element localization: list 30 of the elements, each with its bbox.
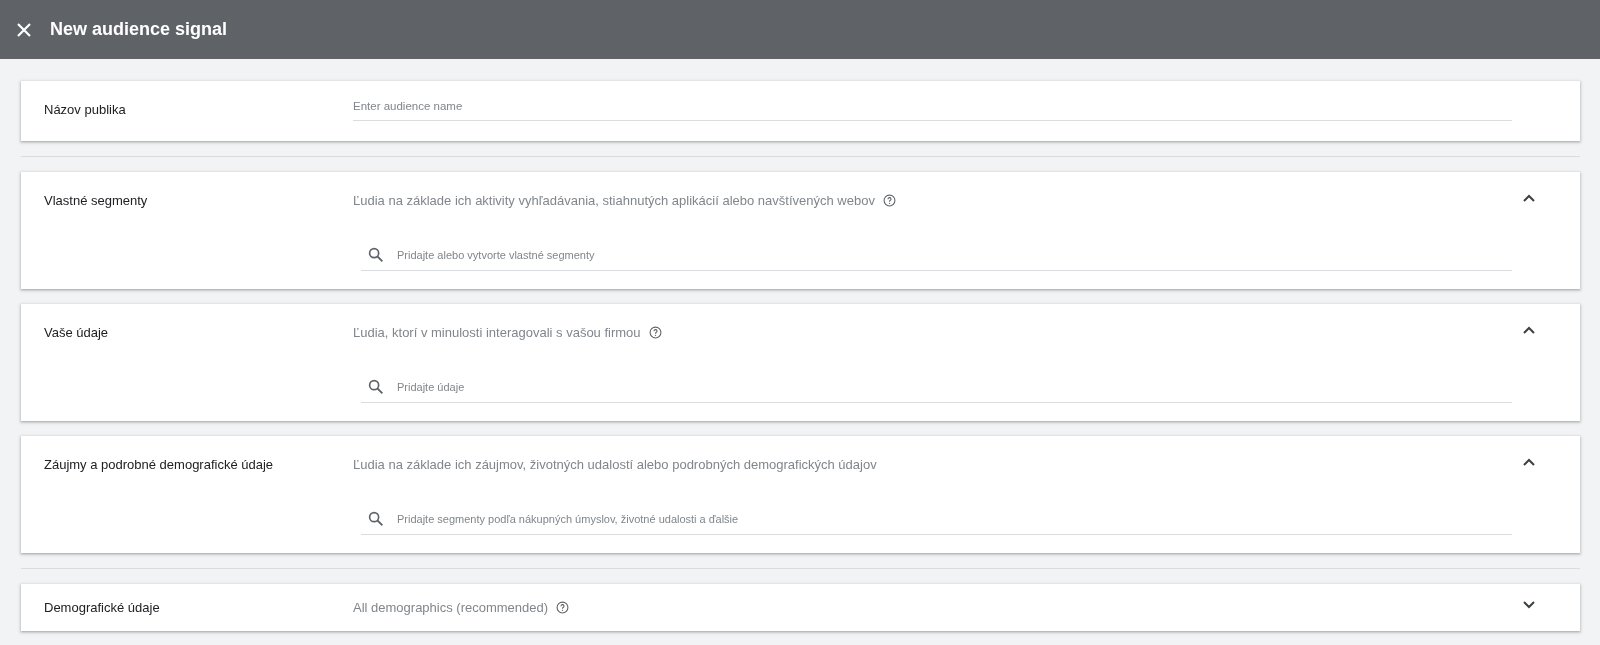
chevron-up-icon [1523, 194, 1535, 202]
section-label: Vaše údaje [43, 324, 110, 342]
search-field[interactable]: Pridajte segmenty podľa nákupných úmyslov, životné udalosti a ďalšie [361, 510, 1512, 535]
help-icon[interactable] [556, 601, 570, 614]
section-description: All demographics (recommended) [353, 600, 549, 615]
section-label: Názov publika [43, 101, 127, 119]
search-icon [367, 246, 385, 264]
help-icon[interactable] [648, 326, 662, 339]
collapse-button[interactable] [1523, 194, 1535, 202]
section-label: Vlastné segmenty [43, 192, 149, 210]
section-description: Ľudia na základe ich záujmov, životných udalostí alebo podrobných demografických údajov [353, 457, 877, 472]
search-field[interactable]: Pridajte údaje [361, 378, 1512, 403]
chevron-down-icon [1523, 601, 1535, 609]
section-description: Ľudia na základe ich aktivity vyhľadávania, stiahnutých aplikácií alebo navštívených webov [353, 193, 875, 208]
chevron-up-icon [1523, 326, 1535, 334]
name-field[interactable]: Enter audience name [353, 100, 1512, 121]
close-button[interactable] [17, 22, 31, 37]
close-icon [17, 22, 31, 37]
help-icon[interactable] [882, 194, 896, 207]
collapse-button[interactable] [1523, 458, 1535, 466]
page-title: New audience signal [50, 19, 228, 40]
expand-button[interactable] [1523, 601, 1535, 609]
section-description: Ľudia, ktorí v minulosti interagovali s vašou firmou [353, 325, 641, 340]
section-label: Demografické údaje [43, 599, 161, 617]
chevron-up-icon [1523, 458, 1535, 466]
search-icon [367, 378, 385, 396]
section-label: Záujmy a podrobné demografické údaje [43, 456, 275, 474]
search-icon [367, 510, 385, 528]
collapse-button[interactable] [1523, 326, 1535, 334]
search-field[interactable]: Pridajte alebo vytvorte vlastné segmenty [361, 246, 1512, 271]
